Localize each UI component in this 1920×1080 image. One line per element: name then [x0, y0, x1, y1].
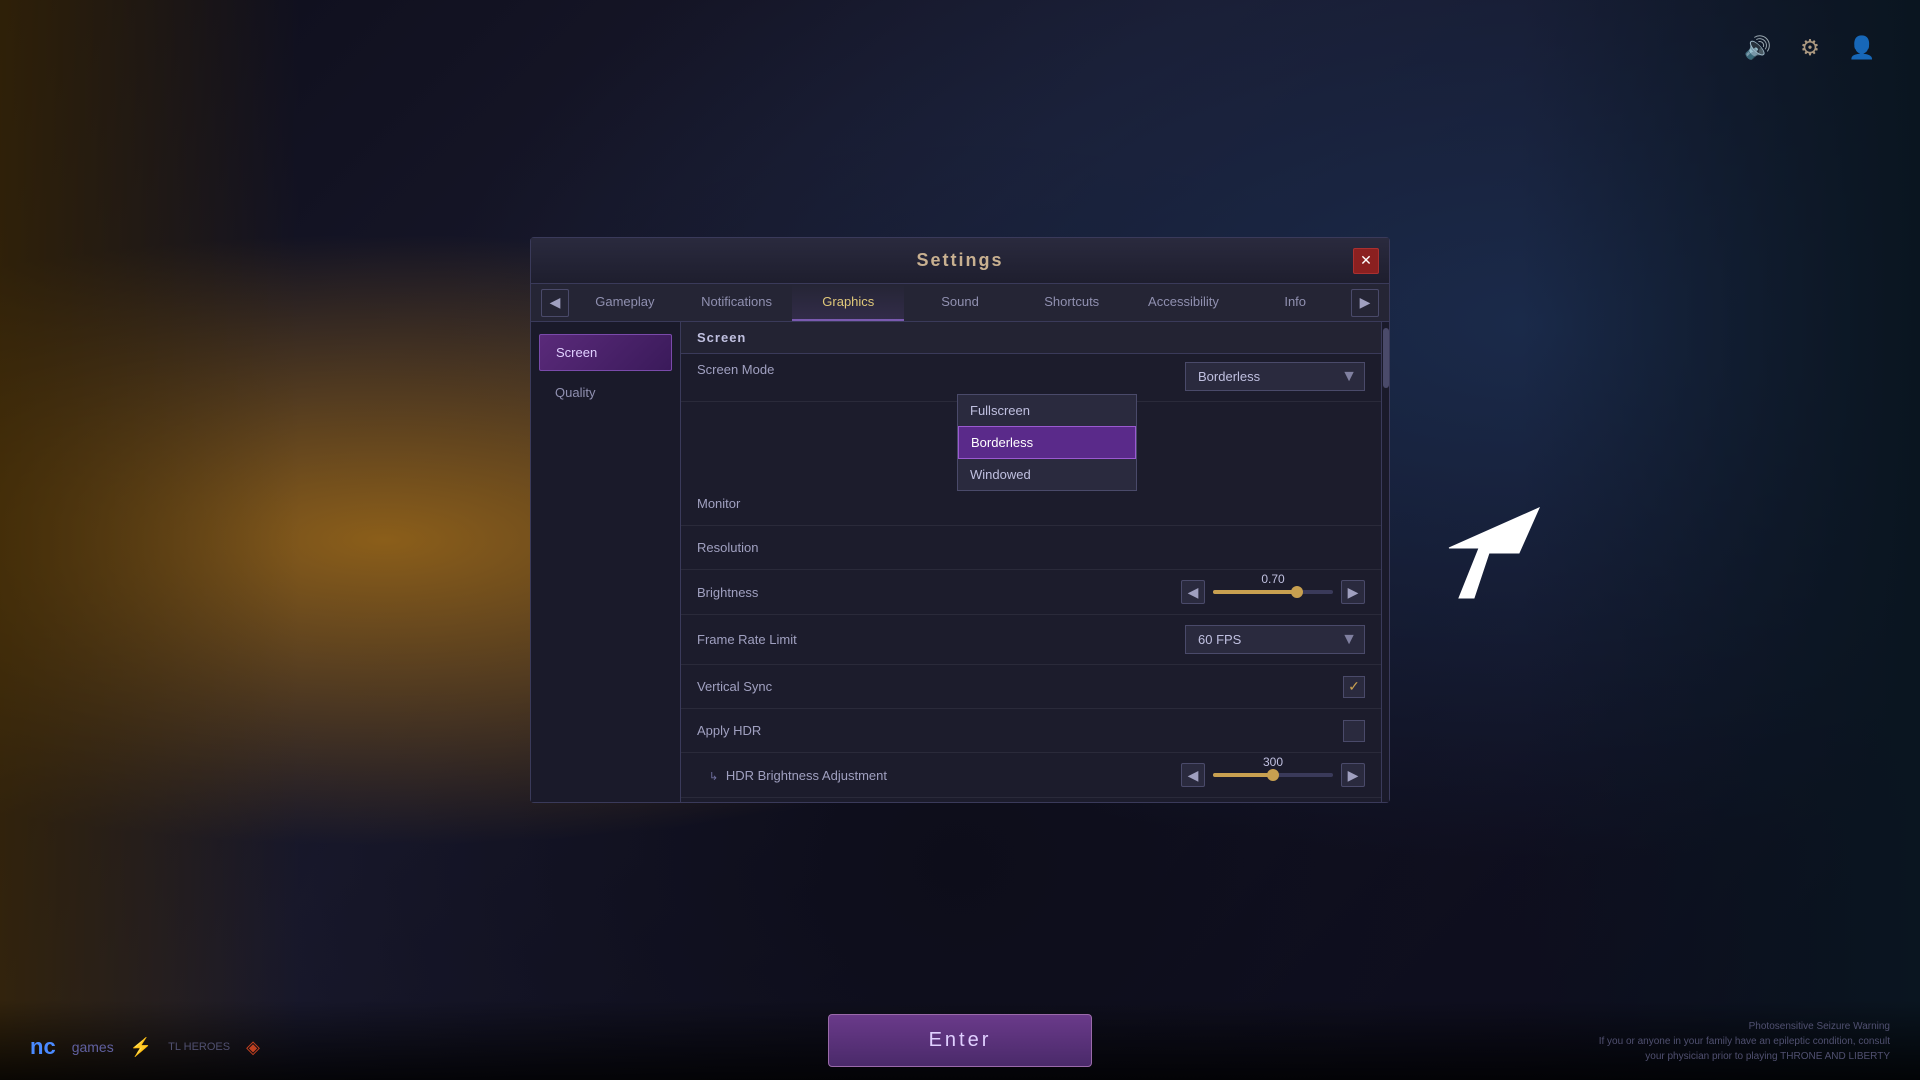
screen-mode-control: Borderless ▼ Fullscreen Borderless Windo…	[957, 362, 1365, 391]
tab-accessibility[interactable]: Accessibility	[1128, 284, 1240, 321]
resolution-label: Resolution	[697, 540, 957, 555]
brightness-track	[1213, 590, 1333, 594]
games-logo: games	[72, 1039, 114, 1055]
hdr-brightness-track	[1213, 773, 1333, 777]
hdr-checkbox[interactable]	[1343, 720, 1365, 742]
scrollbar[interactable]	[1381, 322, 1389, 802]
resolution-row: Resolution	[681, 526, 1381, 570]
hdr-row: Apply HDR	[681, 709, 1381, 753]
enter-button[interactable]: Enter	[828, 1014, 1093, 1067]
tabs-container: Gameplay Notifications Graphics Sound Sh…	[569, 284, 1351, 321]
tabs-wrapper: ◀ Gameplay Notifications Graphics Sound …	[531, 284, 1389, 322]
tab-shortcuts[interactable]: Shortcuts	[1016, 284, 1128, 321]
tab-info[interactable]: Info	[1239, 284, 1351, 321]
screen-mode-dropdown-menu: Fullscreen Borderless Windowed	[957, 394, 1137, 491]
seizure-warning-line1: Photosensitive Seizure Warning	[1599, 1019, 1890, 1034]
arrow-pointer	[1389, 478, 1549, 618]
sidebar: Screen Quality	[531, 322, 681, 802]
screen-mode-dropdown-wrapper: Borderless ▼	[1185, 362, 1365, 391]
brightness-thumb[interactable]	[1291, 586, 1303, 598]
option-windowed[interactable]: Windowed	[958, 459, 1136, 490]
hdr-brightness-increase-button[interactable]: ▶	[1341, 763, 1365, 787]
screen-mode-label: Screen Mode	[697, 362, 957, 377]
brightness-slider-track-container: 0.70	[1213, 590, 1333, 594]
hdr-brightness-value: 300	[1256, 755, 1291, 769]
content-area: Screen Screen Mode Borderless ▼	[681, 322, 1381, 802]
modal-header: Settings ✕	[531, 238, 1389, 284]
frame-rate-dropdown-wrapper: 60 FPS ▼	[1185, 625, 1365, 654]
hdr-brightness-fill	[1213, 773, 1273, 777]
settings-modal: Settings ✕ ◀ Gameplay Notifications Grap…	[530, 237, 1390, 803]
tab-sound[interactable]: Sound	[904, 284, 1016, 321]
screen-section-header: Screen	[681, 322, 1381, 354]
option-borderless[interactable]: Borderless	[958, 426, 1136, 459]
tab-graphics[interactable]: Graphics	[792, 284, 904, 321]
hdr-brightness-track-container: 300	[1213, 773, 1333, 777]
frame-rate-label: Frame Rate Limit	[697, 632, 957, 647]
bottom-logos: nc games ⚡ TL HEROES ◈	[30, 1034, 260, 1060]
sidebar-item-quality[interactable]: Quality	[539, 375, 672, 410]
close-button[interactable]: ✕	[1353, 248, 1379, 274]
vsync-checkbox[interactable]	[1343, 676, 1365, 698]
modal-title: Settings	[916, 250, 1003, 271]
hdr-brightness-label: ↳ HDR Brightness Adjustment	[709, 768, 969, 783]
brightness-row: Brightness ◀ 0.70	[681, 570, 1381, 615]
brightness-control: ◀ 0.70 ▶	[957, 580, 1365, 604]
tl-heroes-label: TL HEROES	[168, 1041, 230, 1053]
monitor-label: Monitor	[697, 496, 957, 511]
frame-rate-control: 60 FPS ▼	[957, 625, 1365, 654]
option-fullscreen[interactable]: Fullscreen	[958, 395, 1136, 426]
brightness-fill	[1213, 590, 1297, 594]
hdr-brightness-slider-wrapper: ◀ 300 ▶	[1181, 763, 1365, 787]
frame-rate-dropdown[interactable]: 60 FPS	[1185, 625, 1365, 654]
hdr-brightness-row: ↳ HDR Brightness Adjustment ◀ 300	[681, 753, 1381, 798]
settings-rows: Screen Mode Borderless ▼ Fullscreen	[681, 354, 1381, 802]
scroll-thumb[interactable]	[1383, 328, 1389, 388]
brightness-increase-button[interactable]: ▶	[1341, 580, 1365, 604]
amazon-icon: ⚡	[130, 1037, 152, 1058]
nc-logo: nc	[30, 1034, 56, 1060]
hdr-brightness-thumb[interactable]	[1267, 769, 1279, 781]
hdr-control	[957, 720, 1365, 742]
brightness-value: 0.70	[1256, 572, 1291, 586]
tab-next-button[interactable]: ▶	[1351, 289, 1379, 317]
resolution-scale-value: 100%	[1256, 800, 1291, 802]
vsync-control	[957, 676, 1365, 698]
hdr-indent-icon: ↳	[709, 771, 718, 783]
vsync-row: Vertical Sync	[681, 665, 1381, 709]
seizure-warning-line3: your physician prior to playing THRONE A…	[1599, 1049, 1890, 1064]
sidebar-item-screen[interactable]: Screen	[539, 334, 672, 371]
vsync-label: Vertical Sync	[697, 679, 957, 694]
seizure-warning: Photosensitive Seizure Warning If you or…	[1599, 1019, 1890, 1064]
tab-prev-button[interactable]: ◀	[541, 289, 569, 317]
tab-notifications[interactable]: Notifications	[681, 284, 793, 321]
unreal-icon: ◈	[246, 1037, 260, 1058]
screen-mode-dropdown[interactable]: Borderless	[1185, 362, 1365, 391]
modal-overlay: Settings ✕ ◀ Gameplay Notifications Grap…	[0, 0, 1920, 1080]
hdr-brightness-control: ◀ 300 ▶	[969, 763, 1365, 787]
hdr-label: Apply HDR	[697, 723, 957, 738]
brightness-label: Brightness	[697, 585, 957, 600]
hdr-brightness-decrease-button[interactable]: ◀	[1181, 763, 1205, 787]
brightness-decrease-button[interactable]: ◀	[1181, 580, 1205, 604]
screen-mode-row: Screen Mode Borderless ▼ Fullscreen	[681, 354, 1381, 402]
frame-rate-row: Frame Rate Limit 60 FPS ▼	[681, 615, 1381, 665]
tab-gameplay[interactable]: Gameplay	[569, 284, 681, 321]
brightness-slider-wrapper: ◀ 0.70 ▶	[1181, 580, 1365, 604]
modal-body: Screen Quality Screen Screen Mode Border…	[531, 322, 1389, 802]
resolution-scale-row: Resolution Scale ◀ 100%	[681, 798, 1381, 802]
seizure-warning-line2: If you or anyone in your family have an …	[1599, 1034, 1890, 1049]
